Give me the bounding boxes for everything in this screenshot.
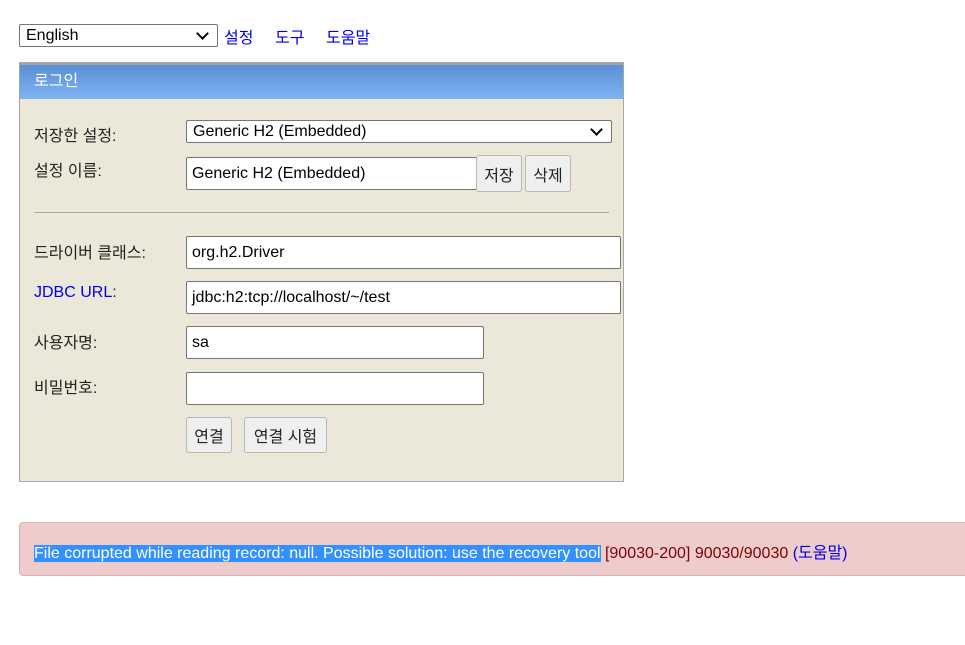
divider	[34, 212, 609, 213]
error-message-box: File corrupted while reading record: nul…	[19, 522, 965, 576]
save-button[interactable]: 저장	[476, 155, 522, 192]
login-title: 로그인	[20, 63, 623, 99]
settings-link[interactable]: 설정	[224, 24, 253, 48]
jdbc-url-link[interactable]: JDBC URL	[34, 284, 112, 301]
driver-class-label: 드라이버 클래스:	[34, 245, 146, 262]
setting-name-input[interactable]: Generic H2 (Embedded)	[186, 157, 484, 190]
language-select[interactable]: English	[19, 24, 218, 47]
language-value: English	[26, 26, 79, 44]
setting-name-label: 설정 이름:	[34, 163, 102, 180]
username-label: 사용자명:	[34, 335, 98, 352]
help-link[interactable]: 도움말	[326, 24, 370, 48]
password-label: 비밀번호:	[34, 380, 98, 397]
saved-settings-value: Generic H2 (Embedded)	[193, 122, 367, 140]
saved-settings-select[interactable]: Generic H2 (Embedded)	[186, 120, 612, 143]
error-message: File corrupted while reading record: nul…	[34, 545, 601, 562]
jdbc-url-input[interactable]: jdbc:h2:tcp://localhost/~/test	[186, 281, 621, 314]
driver-class-input[interactable]: org.h2.Driver	[186, 236, 621, 269]
error-help-link[interactable]: (도움말)	[793, 545, 848, 562]
colon: :	[112, 284, 117, 301]
test-connection-button[interactable]: 연결 시험	[244, 417, 327, 453]
tools-link[interactable]: 도구	[275, 24, 304, 48]
username-input[interactable]: sa	[186, 326, 484, 359]
saved-settings-label: 저장한 설정:	[34, 128, 117, 145]
delete-button[interactable]: 삭제	[525, 155, 571, 192]
chevron-down-icon	[196, 27, 209, 40]
password-input[interactable]	[186, 372, 484, 405]
error-code: [90030-200] 90030/90030	[600, 545, 793, 562]
connect-button[interactable]: 연결	[186, 417, 232, 453]
login-panel: 로그인 저장한 설정: Generic H2 (Embedded) 설정 이름:…	[19, 62, 624, 482]
jdbc-url-label: JDBC URL:	[34, 284, 117, 302]
chevron-down-icon	[590, 123, 603, 136]
